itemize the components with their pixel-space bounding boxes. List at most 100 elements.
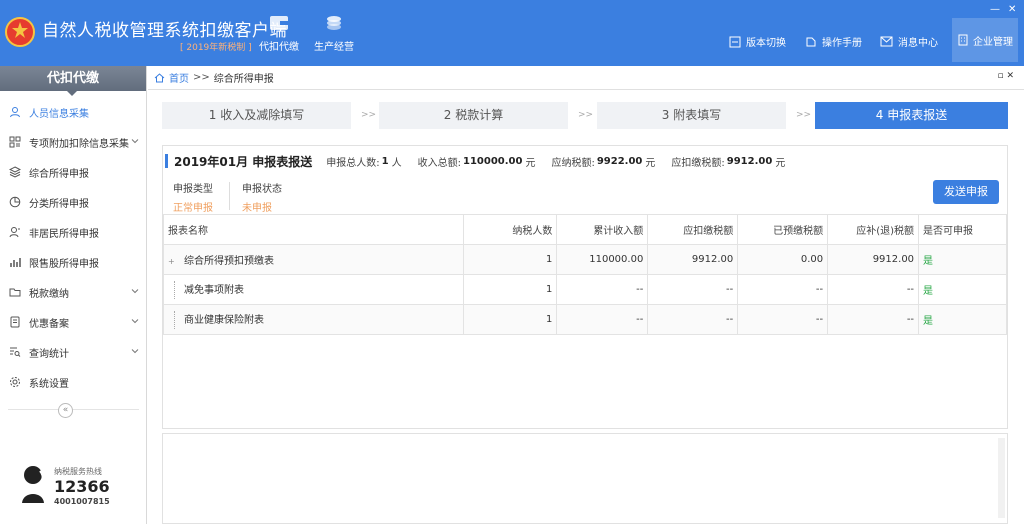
report-name-cell: + 综合所得预扣预缴表 xyxy=(163,244,464,275)
sidebar-item-query[interactable]: 查询统计 xyxy=(0,337,147,367)
nav-withholding-label: 代扣代缴 xyxy=(259,42,299,53)
table-row[interactable]: 减免事项附表 1 -- -- -- -- 是 xyxy=(163,274,1007,305)
nav-business[interactable]: 生产经营 xyxy=(311,14,357,53)
enterprise-management-button[interactable]: 企业管理 xyxy=(952,18,1018,62)
table-row[interactable]: + 综合所得预扣预缴表 1 110000.00 9912.00 0.00 9912… xyxy=(163,244,1007,275)
manual-icon xyxy=(806,37,816,46)
sidebar-item-personnel[interactable]: 人员信息采集 xyxy=(0,97,147,127)
col-prepaid-tax: 已预缴税额 xyxy=(737,214,829,245)
tax-emblem-icon xyxy=(5,17,35,47)
sidebar-item-label: 分类所得申报 xyxy=(29,198,89,210)
nav-withholding[interactable]: 代扣代缴 xyxy=(256,14,302,53)
tree-line xyxy=(174,310,182,329)
message-center-link[interactable]: 消息中心 xyxy=(880,34,938,49)
close-button[interactable]: ✕ xyxy=(1008,4,1016,15)
manual-label: 操作手册 xyxy=(822,38,862,49)
sidebar-item-label: 优惠备案 xyxy=(29,318,69,330)
tax-payable-value: 9922.00 xyxy=(596,155,643,167)
manual-link[interactable]: 操作手册 xyxy=(805,34,862,49)
step-bar: 1 收入及减除填写 >> 2 税款计算 >> 3 附表填写 >> 4 申报表报送 xyxy=(162,102,1008,129)
chevron-down-icon xyxy=(131,349,139,354)
pie-icon xyxy=(9,196,21,208)
sidebar: 代扣代缴 人员信息采集 专项附加扣除信息采集 综合所得申报 分类所得申报 非居民… xyxy=(0,66,147,524)
report-name-cell: 减免事项附表 xyxy=(163,274,464,305)
taxpayer-count-cell: 1 xyxy=(462,274,558,305)
report-name-cell: 商业健康保险附表 xyxy=(163,304,464,335)
income-cell: -- xyxy=(556,304,649,335)
report-type: 申报类型 正常申报 xyxy=(173,180,213,214)
breadcrumb-separator: >> xyxy=(193,72,210,83)
income-label: 收入总额: xyxy=(417,157,461,169)
col-cumulative-income: 累计收入额 xyxy=(556,214,649,245)
detail-scrollbar[interactable] xyxy=(998,438,1005,518)
nav-business-label: 生产经营 xyxy=(314,42,354,53)
sidebar-item-label: 系统设置 xyxy=(29,378,69,390)
sidebar-collapse-button[interactable]: « xyxy=(58,403,73,418)
summary-title: 2019年01月 申报表报送 xyxy=(174,154,313,169)
sidebar-item-settings[interactable]: 系统设置 xyxy=(0,367,147,397)
report-status: 申报状态 未申报 xyxy=(242,180,282,214)
chevron-down-icon xyxy=(131,289,139,294)
withheld-label: 应扣缴税额: xyxy=(671,157,725,169)
due-cell: 9912.00 xyxy=(827,244,920,275)
table-row[interactable]: 商业健康保险附表 1 -- -- -- -- 是 xyxy=(163,304,1007,335)
step-tax-calc[interactable]: 2 税款计算 xyxy=(379,102,568,129)
report-status-label: 申报状态 xyxy=(242,184,282,195)
page-scrollbar[interactable] xyxy=(1014,90,1024,524)
enterprise-management-label: 企业管理 xyxy=(973,36,1013,48)
gear-icon xyxy=(10,377,20,387)
step-separator: >> xyxy=(361,110,377,120)
sidebar-item-preferential[interactable]: 优惠备案 xyxy=(0,307,147,337)
declarable-cell: 是 xyxy=(918,304,1007,335)
sidebar-item-comprehensive[interactable]: 综合所得申报 xyxy=(0,157,147,187)
version-switch-link[interactable]: 版本切换 xyxy=(729,34,786,49)
withheld-cell: -- xyxy=(647,304,739,335)
customer-service-icon xyxy=(22,466,44,503)
col-taxpayer-count: 纳税人数 xyxy=(462,214,558,245)
sidebar-item-tax-payment[interactable]: 税款缴纳 xyxy=(0,277,147,307)
breadcrumb-home-link[interactable]: 首页 xyxy=(169,70,189,85)
people-unit: 人 xyxy=(391,157,402,169)
taxpayer-count-cell: 1 xyxy=(462,304,558,335)
due-cell: -- xyxy=(827,304,920,335)
search-list-icon xyxy=(10,347,21,357)
sidebar-item-restricted-shares[interactable]: 限售股所得申报 xyxy=(0,247,147,277)
bar-icon xyxy=(10,258,21,267)
sidebar-item-label: 综合所得申报 xyxy=(29,168,89,180)
app-header: 自然人税收管理系统扣缴客户端 [ 2019年新税制 ] 代扣代缴 生产经营 版本… xyxy=(0,0,1024,66)
report-name: 商业健康保险附表 xyxy=(184,314,264,326)
step-separator: >> xyxy=(796,110,812,120)
send-declaration-button[interactable]: 发送申报 xyxy=(933,180,999,204)
step-income[interactable]: 1 收入及减除填写 xyxy=(162,102,351,129)
sidebar-divider xyxy=(8,409,139,410)
sidebar-item-label: 非居民所得申报 xyxy=(29,228,99,240)
sidebar-item-nonresident[interactable]: 非居民所得申报 xyxy=(0,217,147,247)
edition-label: [ 2019年新税制 ] xyxy=(180,43,252,53)
prepaid-cell: -- xyxy=(737,274,829,305)
step-attachments[interactable]: 3 附表填写 xyxy=(597,102,786,129)
prepaid-cell: -- xyxy=(737,304,829,335)
doc-icon xyxy=(10,316,20,328)
sidebar-item-classified[interactable]: 分类所得申报 xyxy=(0,187,147,217)
chevron-down-icon xyxy=(131,319,139,324)
message-center-label: 消息中心 xyxy=(898,38,938,49)
minimize-button[interactable]: — xyxy=(990,4,1000,15)
tab-window-controls[interactable]: ▫ ✕ xyxy=(997,71,1014,81)
breadcrumb-current: 综合所得申报 xyxy=(213,74,274,85)
col-declarable: 是否可申报 xyxy=(918,214,1007,245)
expand-toggle-icon[interactable]: + xyxy=(168,257,176,266)
step-submit[interactable]: 4 申报表报送 xyxy=(815,102,1008,129)
sidebar-item-special-deduction[interactable]: 专项附加扣除信息采集 xyxy=(0,127,147,157)
income-cell: 110000.00 xyxy=(556,244,649,275)
wallet-icon xyxy=(270,16,288,30)
sidebar-item-label: 查询统计 xyxy=(29,348,69,360)
report-name: 减免事项附表 xyxy=(184,284,244,296)
report-table: 报表名称 纳税人数 累计收入额 应扣缴税额 已预缴税额 应补(退)税额 是否可申… xyxy=(163,214,1007,335)
chevron-down-icon xyxy=(131,139,139,144)
withheld-cell: 9912.00 xyxy=(647,244,739,275)
withheld-cell: -- xyxy=(647,274,739,305)
sidebar-item-label: 专项附加扣除信息采集 xyxy=(29,138,129,150)
building-icon xyxy=(958,34,968,46)
hotline-sub-number: 4001007815 xyxy=(54,497,110,506)
taxpayer-count-cell: 1 xyxy=(462,244,558,275)
